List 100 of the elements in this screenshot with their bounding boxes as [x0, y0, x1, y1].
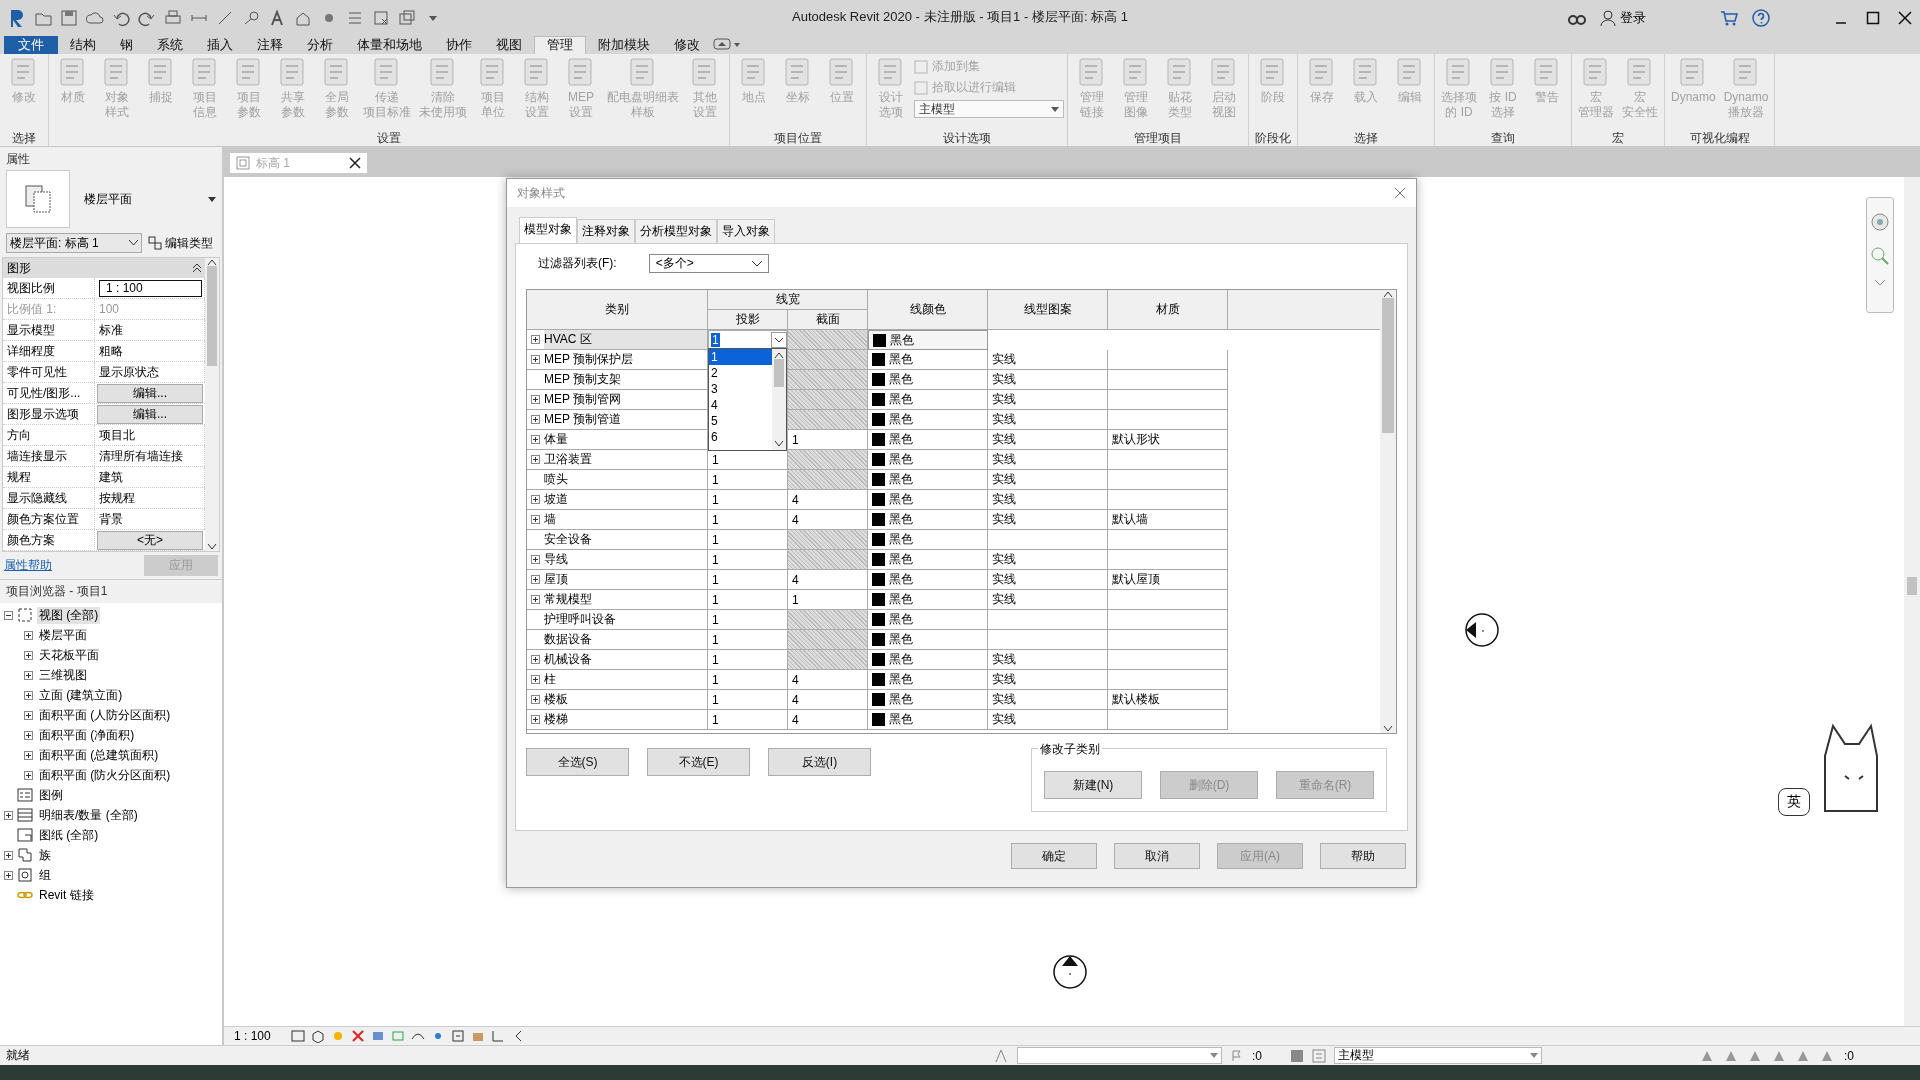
expand-icon[interactable] [531, 395, 540, 404]
scale-field[interactable]: 1 : 100 [99, 279, 202, 297]
category-name[interactable]: 体量 [544, 430, 707, 449]
tree-item[interactable]: 立面 (建筑立面) [37, 686, 125, 704]
help-link[interactable]: 属性帮助 [4, 557, 52, 574]
ribbon-tab[interactable]: 视图 [484, 36, 534, 54]
box-icon[interactable] [450, 1029, 465, 1043]
ime-mode-button[interactable]: 英 [1778, 788, 1810, 816]
tree-item[interactable]: 面积平面 (防火分区面积) [37, 766, 173, 784]
color-swatch[interactable] [872, 613, 885, 626]
steering-wheel-icon[interactable] [1870, 212, 1890, 232]
scroll-down-icon[interactable] [1383, 725, 1393, 733]
cloud-icon[interactable] [86, 9, 104, 27]
scrollbar-thumb[interactable] [774, 359, 784, 387]
view-scale-button[interactable]: 1 : 100 [234, 1029, 271, 1043]
category-name[interactable]: 机械设备 [544, 650, 707, 669]
maximize-icon[interactable] [1866, 11, 1880, 25]
color-swatch[interactable] [873, 333, 886, 347]
category-name[interactable]: 楼板 [544, 690, 707, 709]
filter-dropdown[interactable]: <多个> [648, 254, 769, 273]
color-swatch[interactable] [872, 633, 885, 646]
category-name[interactable]: 卫浴装置 [544, 450, 707, 469]
ribbon-tab[interactable]: 协作 [434, 36, 484, 54]
scrollbar-thumb[interactable] [207, 266, 217, 366]
scrollbar-thumb[interactable] [1907, 577, 1917, 595]
caret-icon[interactable] [1875, 280, 1885, 286]
category-name[interactable]: MEP 预制管道 [544, 410, 707, 429]
help-icon[interactable] [1752, 9, 1770, 27]
category-name[interactable]: 护理呼叫设备 [544, 610, 707, 629]
subcategory-button[interactable]: 新建(N) [1044, 771, 1142, 799]
tree-item[interactable]: 面积平面 (总建筑面积) [37, 746, 161, 764]
dialog-tab[interactable]: 注释对象 [577, 219, 635, 243]
collapse-icon[interactable] [193, 264, 201, 272]
color-swatch[interactable] [872, 413, 885, 426]
dropdown-option[interactable]: 3 [709, 381, 772, 397]
color-swatch[interactable] [872, 373, 885, 386]
category-name[interactable]: 数据设备 [544, 630, 707, 649]
select-button[interactable]: 全选(S) [526, 748, 629, 776]
dialog-tab[interactable]: 模型对象 [519, 217, 577, 243]
color-swatch[interactable] [872, 573, 885, 586]
expand-icon[interactable] [531, 715, 540, 724]
dropdown-option[interactable]: 6 [709, 429, 772, 445]
ribbon-tab[interactable]: 修改 [662, 36, 712, 54]
color-swatch[interactable] [872, 653, 885, 666]
expand-icon[interactable] [531, 495, 540, 504]
dialog-tab[interactable]: 导入对象 [717, 219, 775, 243]
expand-icon[interactable] [531, 435, 540, 444]
ribbon-tab[interactable]: 注释 [245, 36, 295, 54]
tree-item[interactable]: 图例 [37, 786, 65, 804]
expand-icon[interactable] [24, 710, 33, 720]
worksharing-icon[interactable] [992, 1047, 1009, 1064]
ribbon-tab[interactable]: 系统 [145, 36, 195, 54]
edit-button[interactable]: <无> [97, 531, 203, 550]
tree-item[interactable]: 楼层平面 [37, 626, 89, 644]
scroll-up-icon[interactable] [774, 351, 784, 359]
category-name[interactable]: HVAC 区 [544, 330, 707, 349]
tree-item[interactable]: 面积平面 (净面积) [37, 726, 137, 744]
category-name[interactable]: 常规模型 [544, 590, 707, 609]
close-views-icon[interactable] [372, 9, 390, 27]
color-swatch[interactable] [872, 553, 885, 566]
edit-type-button[interactable]: 编辑类型 [148, 234, 213, 252]
color-swatch[interactable] [872, 673, 885, 686]
category-name[interactable]: 喷头 [544, 470, 707, 489]
tree-item[interactable]: 视图 (全部) [37, 606, 101, 624]
expand-icon[interactable] [531, 675, 540, 684]
expand-icon[interactable] [4, 810, 13, 820]
ime-widget[interactable]: 英 [1778, 716, 1890, 826]
scroll-up-icon[interactable] [1383, 290, 1393, 298]
design-option-dropdown[interactable]: 主模型 [1334, 1047, 1542, 1064]
close-icon[interactable] [1898, 11, 1912, 25]
tree-item[interactable]: 天花板平面 [37, 646, 101, 664]
dropdown-option[interactable]: 4 [709, 397, 772, 413]
cart-icon[interactable] [1720, 9, 1738, 27]
corner-icon[interactable] [490, 1029, 505, 1043]
color-swatch[interactable] [872, 593, 885, 606]
color-swatch[interactable] [872, 513, 885, 526]
color-swatch[interactable] [872, 453, 885, 466]
print-icon[interactable] [164, 9, 182, 27]
tree-item[interactable]: 组 [37, 866, 53, 884]
region-icon[interactable] [290, 1029, 305, 1043]
tree-item[interactable]: 图纸 (全部) [37, 826, 101, 844]
expand-icon[interactable] [4, 870, 13, 880]
expand-icon[interactable] [531, 515, 540, 524]
expand-icon[interactable] [24, 730, 33, 740]
category-name[interactable]: MEP 预制支架 [544, 370, 707, 389]
dialog-button[interactable]: 确定 [1011, 843, 1097, 869]
tree-item[interactable]: Revit 链接 [37, 886, 96, 904]
instance-dropdown[interactable]: 楼层平面: 标高 1 [6, 233, 142, 253]
dialog-button[interactable]: 帮助 [1320, 843, 1406, 869]
expand-icon[interactable] [24, 670, 33, 680]
tree-item[interactable]: 明细表/数量 (全部) [37, 806, 140, 824]
expand-icon[interactable] [531, 695, 540, 704]
edit-button[interactable]: 编辑... [97, 384, 203, 403]
dialog-button[interactable]: 取消 [1114, 843, 1200, 869]
color-swatch[interactable] [872, 393, 885, 406]
select-button[interactable]: 不选(E) [647, 748, 750, 776]
edit-button[interactable]: 编辑... [97, 405, 203, 424]
cross-icon[interactable] [350, 1029, 365, 1043]
tree-item[interactable]: 面积平面 (人防分区面积) [37, 706, 173, 724]
color-swatch[interactable] [872, 533, 885, 546]
